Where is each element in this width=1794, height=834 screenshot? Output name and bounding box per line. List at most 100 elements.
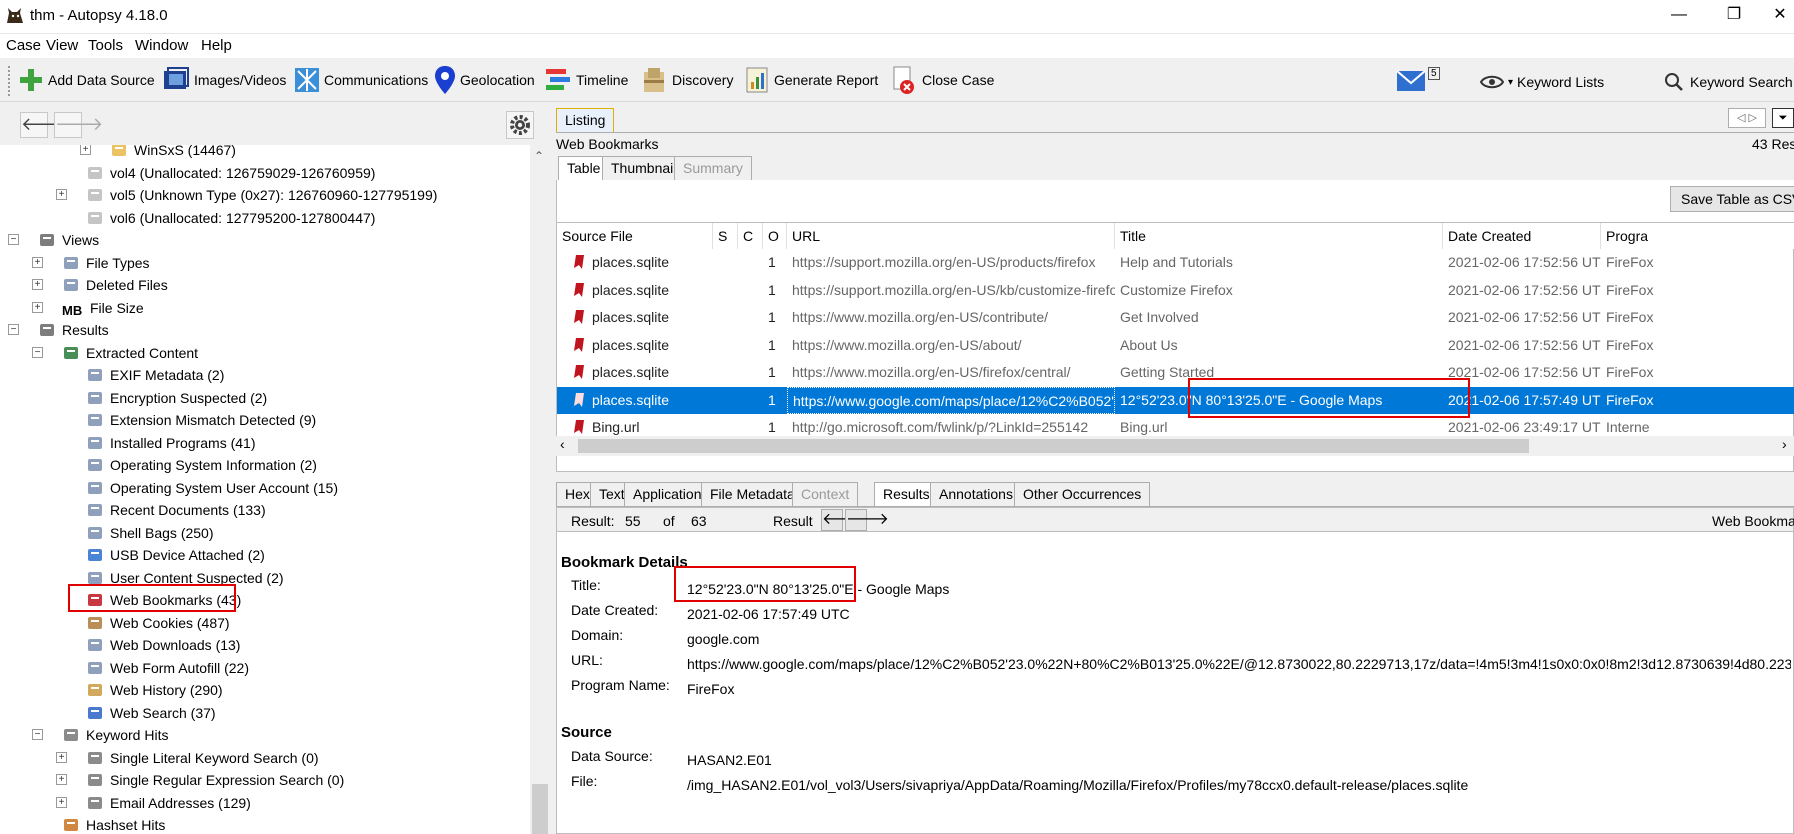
tree-scrollbar[interactable]: ⌃ — [530, 145, 550, 834]
content-tab-context[interactable]: Context — [792, 482, 859, 506]
expand-icon[interactable]: + — [56, 796, 67, 808]
expand-icon[interactable]: + — [32, 301, 43, 313]
mail-button[interactable]: 5 — [1396, 64, 1440, 96]
column-header[interactable]: Title — [1115, 223, 1443, 249]
content-tab-application[interactable]: Application — [624, 482, 711, 506]
tree-item[interactable]: Encryption Suspected (2) — [86, 387, 267, 409]
tree-item[interactable]: Keyword Hits — [62, 724, 168, 746]
tree-item[interactable]: Views — [38, 229, 99, 251]
tree-item[interactable]: File Types — [62, 252, 150, 274]
tree-item[interactable]: Web Form Autofill (22) — [86, 657, 249, 679]
scroll-left-icon[interactable]: ‹ — [560, 436, 565, 452]
tree-item[interactable]: Results — [38, 319, 109, 341]
tree-item[interactable]: Single Literal Keyword Search (0) — [86, 747, 319, 769]
gear-icon[interactable] — [506, 111, 534, 139]
menu-help[interactable]: Help — [201, 37, 232, 54]
add-data-source-button[interactable]: Add Data Source — [18, 64, 155, 96]
tree-item[interactable]: Email Addresses (129) — [86, 792, 251, 814]
tab-scroll-buttons[interactable]: ◁ ▷ — [1728, 108, 1766, 128]
content-tab-file-metadata[interactable]: File Metadata — [701, 482, 804, 506]
expand-icon[interactable]: + — [80, 145, 91, 155]
table-row[interactable]: places.sqlite 1 https://www.mozilla.org/en… — [557, 359, 1794, 386]
menu-case[interactable]: Case — [6, 37, 41, 54]
next-result-button[interactable]: 🡒 — [845, 509, 889, 531]
tree-item[interactable]: vol5 (Unknown Type (0x27): 126760960-127… — [86, 184, 437, 206]
collapse-icon[interactable]: − — [8, 324, 19, 335]
table-row[interactable]: places.sqlite 1 https://support.mozilla.or… — [557, 277, 1794, 304]
tree-item[interactable]: Web Cookies (487) — [86, 612, 230, 634]
tree-item[interactable]: Extension Mismatch Detected (9) — [86, 409, 316, 431]
save-table-csv-button[interactable]: Save Table as CSV — [1670, 186, 1794, 212]
images-videos-button[interactable]: Images/Videos — [162, 64, 286, 96]
close-case-button[interactable]: Close Case — [890, 64, 994, 96]
menu-window[interactable]: Window — [135, 37, 188, 54]
tree-item[interactable]: Operating System Information (2) — [86, 454, 317, 476]
tree-item[interactable]: Extracted Content — [62, 342, 198, 364]
prev-result-button[interactable]: 🡐 — [821, 509, 865, 531]
column-header[interactable]: URL — [787, 223, 1115, 249]
communications-button[interactable]: Communications — [294, 64, 428, 96]
tree-item[interactable]: WinSxS (14467) — [110, 145, 236, 161]
back-button[interactable]: 🡐 — [20, 112, 69, 138]
table-cell-source: places.sqlite — [557, 277, 713, 304]
tree-item[interactable]: EXIF Metadata (2) — [86, 364, 224, 386]
tree-item[interactable]: vol6 (Unallocated: 127795200-127800447) — [86, 207, 375, 229]
table-cell-c — [738, 277, 763, 304]
expand-icon[interactable]: + — [56, 751, 67, 763]
expand-icon[interactable]: + — [32, 256, 43, 268]
tree-item[interactable]: USB Device Attached (2) — [86, 544, 265, 566]
column-header[interactable]: C — [738, 223, 763, 249]
tree-item[interactable]: Web Downloads (13) — [86, 634, 240, 656]
content-tab-annotations[interactable]: Annotations — [930, 482, 1022, 506]
content-tab-results[interactable]: Results — [874, 482, 939, 506]
collapse-icon[interactable]: − — [32, 346, 43, 358]
tree-item[interactable]: MB File Size — [62, 297, 144, 319]
table-row[interactable]: places.sqlite 1 https://www.google.com/map… — [557, 386, 1794, 414]
tree-item[interactable]: Installed Programs (41) — [86, 432, 256, 454]
generate-report-button[interactable]: Generate Report — [744, 64, 878, 96]
expand-icon[interactable]: + — [56, 774, 67, 785]
restore-button[interactable]: ❐ — [1711, 0, 1757, 34]
geolocation-label: Geolocation — [460, 72, 535, 88]
tree-scrollbar-thumb[interactable] — [532, 784, 548, 834]
scroll-right-icon[interactable]: › — [1782, 436, 1787, 452]
table-hscrollbar-thumb[interactable] — [578, 439, 1529, 453]
timeline-button[interactable]: Timeline — [544, 64, 628, 96]
keyword-lists-button[interactable]: ▾ Keyword Lists — [1480, 66, 1604, 98]
scroll-up-icon[interactable]: ⌃ — [534, 149, 544, 163]
discovery-button[interactable]: Discovery — [640, 64, 733, 96]
tree-item[interactable]: Recent Documents (133) — [86, 499, 266, 521]
expand-icon[interactable]: + — [56, 189, 67, 200]
content-tab-other-occurrences[interactable]: Other Occurrences — [1014, 482, 1151, 506]
keyword-search-button[interactable]: Keyword Search — [1664, 66, 1793, 98]
tree-item[interactable]: Single Regular Expression Search (0) — [86, 769, 344, 791]
collapse-icon[interactable]: − — [32, 729, 43, 740]
tree-item[interactable]: Shell Bags (250) — [86, 522, 214, 544]
expand-icon[interactable]: + — [32, 279, 43, 290]
tree-item[interactable]: Web History (290) — [86, 679, 223, 701]
menu-tools[interactable]: Tools — [88, 37, 123, 54]
column-header[interactable]: Source File — [557, 223, 713, 249]
subtab-thumbnail[interactable]: Thumbnail — [602, 156, 686, 180]
tree-item[interactable]: Hashset Hits — [62, 814, 165, 834]
geolocation-button[interactable]: Geolocation — [434, 64, 535, 96]
tree-item[interactable]: Deleted Files — [62, 274, 168, 296]
tree-item[interactable]: Operating System User Account (15) — [86, 477, 338, 499]
column-header[interactable]: Date Created — [1443, 223, 1601, 249]
forward-button[interactable]: 🡒 — [54, 112, 103, 138]
tab-listing[interactable]: Listing — [556, 108, 615, 132]
column-header[interactable]: Progra — [1601, 223, 1794, 249]
tab-list-dropdown[interactable]: ⏷ — [1772, 108, 1794, 128]
tree-item[interactable]: vol4 (Unallocated: 126759029-126760959) — [86, 162, 375, 184]
collapse-icon[interactable]: − — [8, 234, 19, 245]
subtab-summary[interactable]: Summary — [674, 156, 752, 180]
table-row[interactable]: places.sqlite 1 https://www.mozilla.org/en… — [557, 332, 1794, 359]
column-header[interactable]: S — [713, 223, 738, 249]
close-window-button[interactable]: ✕ — [1766, 0, 1794, 34]
minimize-button[interactable]: — — [1656, 0, 1702, 34]
table-row[interactable]: places.sqlite 1 https://support.mozilla.or… — [557, 249, 1794, 276]
table-row[interactable]: places.sqlite 1 https://www.mozilla.org/en… — [557, 304, 1794, 331]
menu-view[interactable]: View — [46, 37, 78, 54]
column-header[interactable]: O — [763, 223, 787, 249]
tree-item[interactable]: Web Search (37) — [86, 702, 216, 724]
